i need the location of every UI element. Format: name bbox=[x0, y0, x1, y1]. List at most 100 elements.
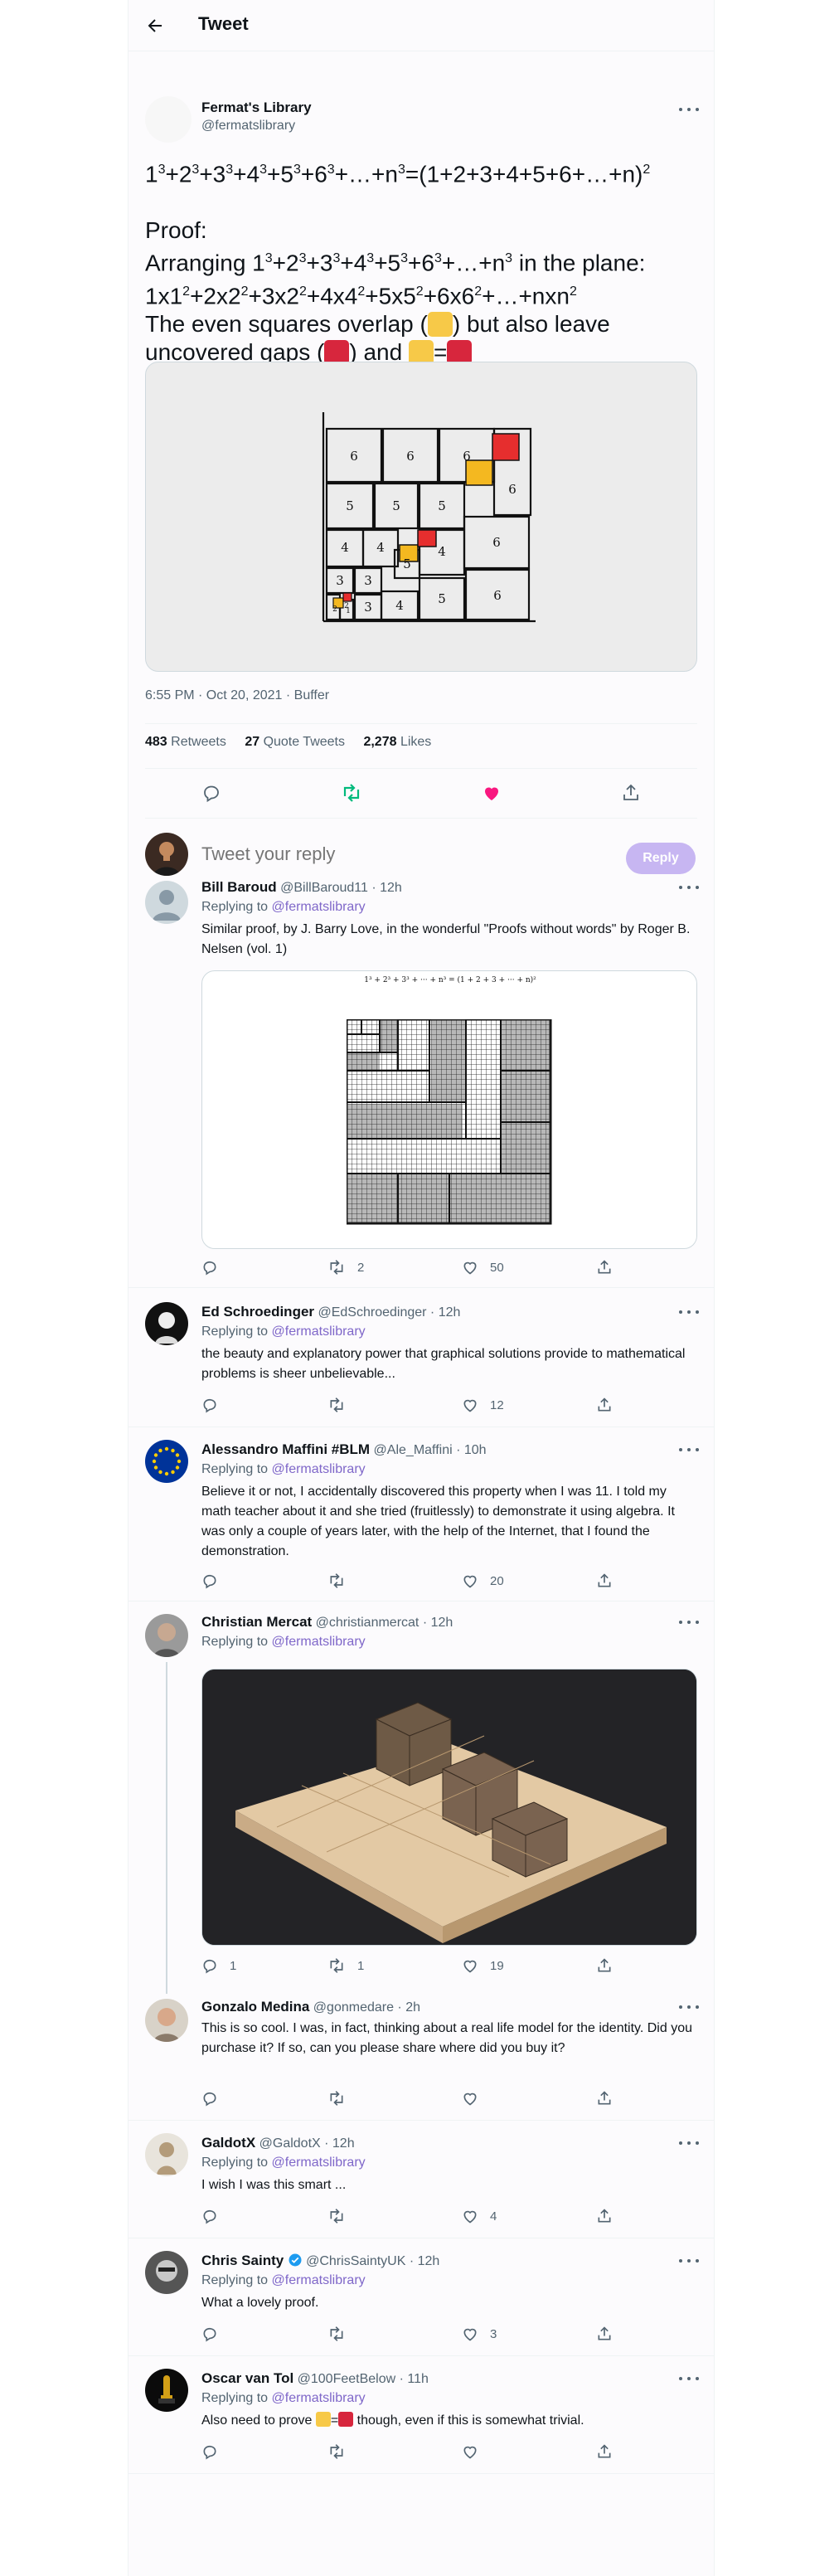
wooden-model-photo[interactable] bbox=[201, 1669, 697, 1946]
reply-action[interactable]: 1 bbox=[201, 1957, 236, 1974]
share-icon[interactable] bbox=[596, 1572, 613, 1589]
heart-icon[interactable] bbox=[462, 2443, 478, 2460]
reply-icon[interactable] bbox=[201, 2208, 218, 2224]
reply-action[interactable] bbox=[201, 2326, 230, 2342]
share-icon[interactable] bbox=[596, 2326, 613, 2342]
heart-icon[interactable] bbox=[462, 1572, 478, 1589]
like-action[interactable] bbox=[462, 2090, 490, 2107]
more-options-icon[interactable] bbox=[679, 2375, 699, 2382]
mention-link[interactable]: @fermatslibrary bbox=[272, 900, 366, 914]
share-icon[interactable] bbox=[596, 2443, 613, 2460]
reply-icon[interactable] bbox=[201, 2090, 218, 2107]
reply-icon[interactable] bbox=[201, 1397, 218, 1413]
like-action[interactable]: 3 bbox=[462, 2326, 497, 2342]
mention-link[interactable]: @fermatslibrary bbox=[272, 1324, 366, 1339]
heart-icon[interactable] bbox=[462, 1259, 478, 1276]
like-action[interactable] bbox=[462, 2443, 490, 2460]
reply-action[interactable] bbox=[201, 1259, 230, 1276]
author-handle[interactable]: @fermatslibrary bbox=[201, 119, 295, 134]
author-avatar[interactable] bbox=[145, 96, 192, 143]
reply-icon[interactable] bbox=[201, 1957, 218, 1974]
retweet-icon[interactable] bbox=[327, 1572, 346, 1589]
like-action[interactable]: 50 bbox=[462, 1259, 504, 1276]
mention-link[interactable]: @fermatslibrary bbox=[272, 1462, 366, 1476]
retweet-icon[interactable] bbox=[341, 783, 362, 803]
reply-author-name[interactable]: GaldotX bbox=[201, 2135, 255, 2151]
reply-meta[interactable]: @christianmercat · 12h bbox=[316, 1616, 453, 1630]
mention-link[interactable]: @fermatslibrary bbox=[272, 2156, 366, 2170]
retweet-action[interactable]: 1 bbox=[327, 1957, 364, 1974]
share-icon[interactable] bbox=[596, 2208, 613, 2224]
more-options-icon[interactable] bbox=[679, 884, 699, 891]
mention-link[interactable]: @fermatslibrary bbox=[272, 1635, 366, 1649]
share-action[interactable] bbox=[596, 1397, 613, 1413]
retweet-action[interactable] bbox=[327, 1397, 357, 1413]
retweet-icon[interactable] bbox=[327, 2326, 346, 2342]
like-action[interactable]: 20 bbox=[462, 1572, 504, 1589]
like-icon[interactable] bbox=[482, 783, 502, 803]
reply-icon[interactable] bbox=[201, 1572, 218, 1589]
reply-meta[interactable]: @ChrisSaintyUK · 12h bbox=[306, 2254, 439, 2268]
reply-meta[interactable]: @EdSchroedinger · 12h bbox=[318, 1305, 460, 1320]
more-options-icon[interactable] bbox=[679, 1619, 699, 1626]
share-action[interactable] bbox=[596, 1957, 613, 1974]
more-options-icon[interactable] bbox=[679, 2140, 699, 2146]
reply-action[interactable] bbox=[201, 2090, 230, 2107]
share-action[interactable] bbox=[596, 2208, 613, 2224]
like-action[interactable]: 4 bbox=[462, 2208, 497, 2224]
reply-avatar[interactable] bbox=[145, 1614, 188, 1657]
retweet-action[interactable] bbox=[327, 2090, 357, 2107]
mention-link[interactable]: @fermatslibrary bbox=[272, 2391, 366, 2405]
more-options-icon[interactable] bbox=[679, 1446, 699, 1453]
more-options-icon[interactable] bbox=[679, 2004, 699, 2010]
reply-image[interactable]: 1³ + 2³ + 3³ + ··· + n³ = (1 + 2 + 3 + ·… bbox=[201, 970, 697, 1249]
retweet-icon[interactable] bbox=[327, 2208, 346, 2224]
reply-icon[interactable] bbox=[201, 783, 221, 803]
reply-meta[interactable]: @BillBaroud11 · 12h bbox=[280, 881, 402, 895]
reply-avatar[interactable] bbox=[145, 881, 188, 924]
retweet-action[interactable] bbox=[327, 1572, 357, 1589]
heart-icon[interactable] bbox=[462, 2208, 478, 2224]
heart-icon[interactable] bbox=[462, 1957, 478, 1974]
reply-input[interactable] bbox=[201, 839, 616, 869]
share-action[interactable] bbox=[596, 1259, 613, 1276]
reply-author-name[interactable]: Oscar van Tol bbox=[201, 2370, 293, 2386]
proof-diagram-image[interactable]: 666655564454332123456 bbox=[145, 362, 697, 672]
retweet-icon[interactable] bbox=[327, 2443, 346, 2460]
reply-action[interactable] bbox=[201, 2443, 230, 2460]
reply-avatar[interactable] bbox=[145, 2251, 188, 2294]
like-action[interactable]: 19 bbox=[462, 1957, 504, 1974]
retweet-icon[interactable] bbox=[327, 1259, 346, 1276]
reply-author-name[interactable]: Christian Mercat bbox=[201, 1614, 312, 1630]
reply-meta[interactable]: @Ale_Maffini · 10h bbox=[374, 1443, 487, 1457]
share-action[interactable] bbox=[596, 2326, 613, 2342]
retweet-icon[interactable] bbox=[327, 2090, 346, 2107]
reply-icon[interactable] bbox=[201, 2443, 218, 2460]
reply-button[interactable]: Reply bbox=[626, 843, 696, 874]
share-action[interactable] bbox=[596, 2443, 613, 2460]
retweet-action[interactable] bbox=[327, 2208, 357, 2224]
reply-avatar[interactable] bbox=[145, 2369, 188, 2412]
back-arrow-icon[interactable] bbox=[145, 16, 165, 36]
retweet-icon[interactable] bbox=[327, 1957, 346, 1974]
tweet-timestamp[interactable]: 6:55 PM · Oct 20, 2021 · Buffer bbox=[145, 688, 329, 703]
reply-action[interactable] bbox=[201, 1572, 230, 1589]
current-user-avatar[interactable] bbox=[145, 833, 188, 876]
reply-icon[interactable] bbox=[201, 1259, 218, 1276]
mention-link[interactable]: @fermatslibrary bbox=[272, 2273, 366, 2287]
more-options-icon[interactable] bbox=[679, 1309, 699, 1315]
reply-meta[interactable]: @gonmedare · 2h bbox=[313, 2000, 420, 2015]
share-icon[interactable] bbox=[596, 2090, 613, 2107]
share-icon[interactable] bbox=[596, 1259, 613, 1276]
reply-author-name[interactable]: Gonzalo Medina bbox=[201, 1999, 309, 2015]
reply-avatar[interactable] bbox=[145, 2133, 188, 2176]
reply-avatar[interactable] bbox=[145, 1440, 188, 1483]
reply-action[interactable] bbox=[201, 2208, 230, 2224]
reply-icon[interactable] bbox=[201, 2326, 218, 2342]
heart-icon[interactable] bbox=[462, 2326, 478, 2342]
share-icon[interactable] bbox=[621, 783, 641, 803]
reply-author-name[interactable]: Alessandro Maffini #BLM bbox=[201, 1441, 370, 1457]
share-action[interactable] bbox=[596, 2090, 613, 2107]
quotes-stat[interactable]: 27 Quote Tweets bbox=[245, 735, 345, 749]
reply-action[interactable] bbox=[201, 1397, 230, 1413]
